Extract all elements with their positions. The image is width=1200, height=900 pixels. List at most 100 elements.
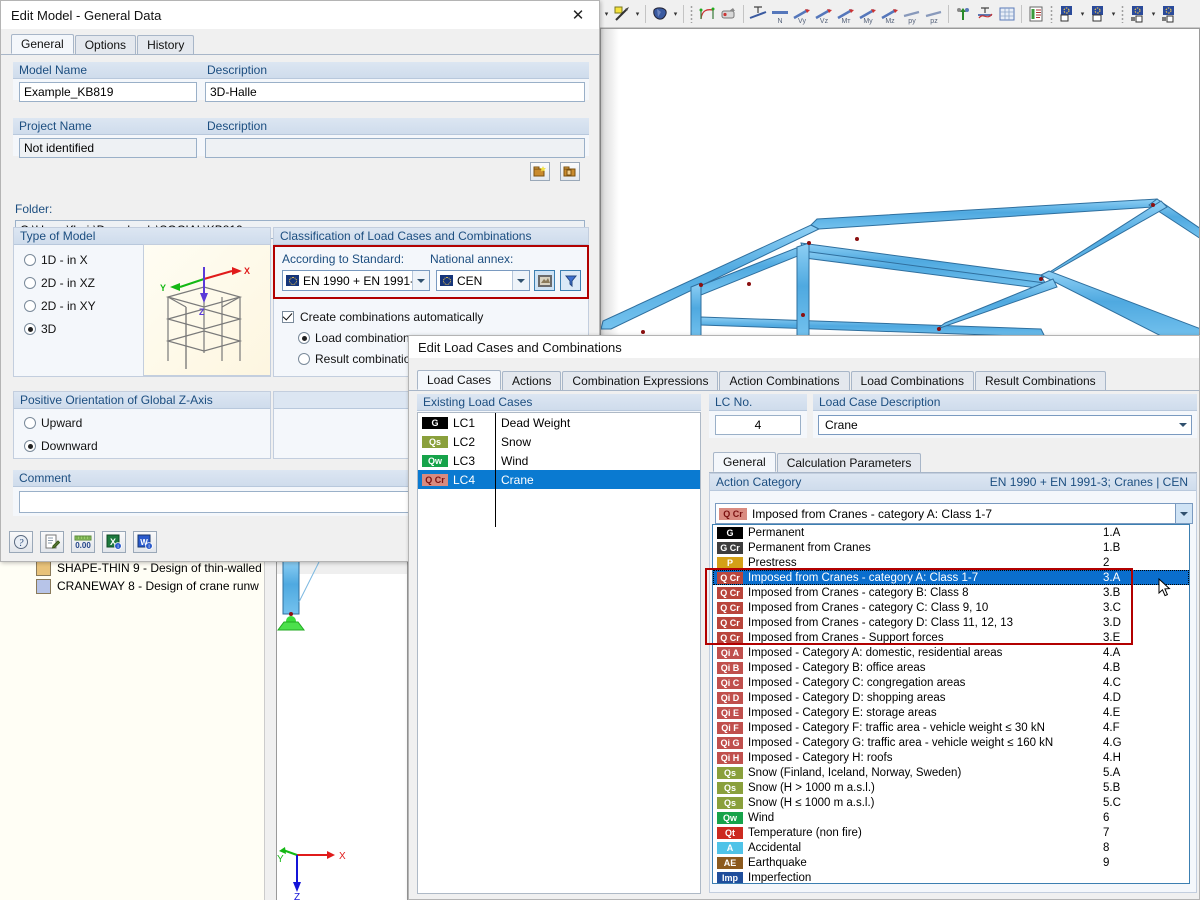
list-item[interactable]: A Accidental 8 xyxy=(713,840,1189,855)
open-project-folder-button[interactable] xyxy=(560,162,580,181)
solid-dropdown-arrow[interactable]: ▾ xyxy=(671,2,680,26)
chevron-down-icon[interactable] xyxy=(1175,504,1192,523)
tab-actions[interactable]: Actions xyxy=(502,371,562,390)
render-dropdown-arrow[interactable]: ▾ xyxy=(633,2,642,26)
action-category-dropdown-list[interactable]: G Permanent 1.A G Cr Permanent from Cranes 1… xyxy=(712,524,1190,884)
list-item[interactable]: Qi B Imposed - Category B: office areas 4.… xyxy=(713,660,1189,675)
printout-report-icon[interactable] xyxy=(1025,2,1047,26)
tab-options[interactable]: Options xyxy=(74,35,137,54)
lc-no-input[interactable]: 4 xyxy=(715,415,801,435)
list-item[interactable]: Qt Temperature (non fire) 7 xyxy=(713,825,1189,840)
view-front-icon[interactable] xyxy=(1056,2,1078,26)
project-name-input[interactable]: Not identified xyxy=(19,138,197,158)
project-tree[interactable]: SHAPE-THIN 9 - Design of thin-walled CRA… xyxy=(0,555,276,900)
model-name-input[interactable]: Example_KB819 xyxy=(19,82,197,102)
tab-result-combinations[interactable]: Result Combinations xyxy=(974,371,1106,390)
project-description-input[interactable] xyxy=(205,138,585,158)
solid-icon[interactable] xyxy=(649,2,671,26)
word-export-button[interactable]: Wi xyxy=(133,531,157,553)
radio-load-combinations[interactable]: Load combinations xyxy=(298,331,416,345)
list-item[interactable]: Qs Snow (Finland, Iceland, Norway, Sweden… xyxy=(713,765,1189,780)
list-item[interactable]: Q Cr Imposed from Cranes - category B: Cl… xyxy=(713,585,1189,600)
list-item[interactable]: Q Cr Imposed from Cranes - category A: Cl… xyxy=(713,570,1189,585)
tab-action-combinations[interactable]: Action Combinations xyxy=(719,371,850,390)
result-table-icon[interactable] xyxy=(996,2,1018,26)
chevron-down-icon[interactable] xyxy=(1174,416,1191,434)
lc-description-combo[interactable]: Crane xyxy=(818,415,1192,435)
table-row[interactable]: Q Cr LC4 Crane xyxy=(418,470,700,489)
deformation-icon[interactable] xyxy=(696,2,718,26)
tab-combination-expressions[interactable]: Combination Expressions xyxy=(562,371,719,390)
list-item[interactable]: CRANEWAY 8 - Design of crane runw xyxy=(0,577,275,595)
table-row[interactable] xyxy=(418,508,700,527)
view-back-dropdown-arrow[interactable]: ▾ xyxy=(1109,2,1118,26)
model-description-input[interactable]: 3D-Halle xyxy=(205,82,585,102)
animation-icon[interactable] xyxy=(718,2,740,26)
list-item[interactable]: Qi G Imposed - Category G: traffic area -… xyxy=(713,735,1189,750)
tab-load-cases[interactable]: Load Cases xyxy=(417,370,502,390)
model-viewport-lower[interactable]: X Y Z xyxy=(276,560,408,900)
list-item[interactable]: Qs Snow (H ≤ 1000 m a.s.l.) 5.C xyxy=(713,795,1189,810)
stress-icon[interactable] xyxy=(974,2,996,26)
table-row[interactable] xyxy=(418,489,700,508)
support-reaction-icon[interactable] xyxy=(952,2,974,26)
standard-filter-button[interactable] xyxy=(560,270,581,291)
list-item[interactable]: G Permanent 1.A xyxy=(713,525,1189,540)
national-annex-combo[interactable]: CEN xyxy=(436,270,530,291)
list-item[interactable]: Qi A Imposed - Category A: domestic, resi… xyxy=(713,645,1189,660)
excel-export-button[interactable]: Xi xyxy=(102,531,126,553)
list-item[interactable]: Q Cr Imposed from Cranes - category D: Cl… xyxy=(713,615,1189,630)
n-icon[interactable]: N xyxy=(769,2,791,26)
load-case-subtabstrip[interactable]: General Calculation Parameters xyxy=(709,452,1197,473)
list-item[interactable]: Qs Snow (H > 1000 m a.s.l.) 5.B xyxy=(713,780,1189,795)
tab-general[interactable]: General xyxy=(11,34,74,54)
list-item[interactable]: Qi C Imposed - Category C: congregation a… xyxy=(713,675,1189,690)
render-icon[interactable] xyxy=(611,2,633,26)
list-item[interactable]: P Prestress 2 xyxy=(713,555,1189,570)
view-section-dropdown-arrow[interactable]: ▾ xyxy=(1149,2,1158,26)
standard-settings-button[interactable] xyxy=(534,270,555,291)
help-button[interactable]: ? xyxy=(9,531,33,553)
standard-combo[interactable]: EN 1990 + EN 1991-3; xyxy=(282,270,430,291)
edit-button[interactable] xyxy=(40,531,64,553)
pz-icon[interactable]: pz xyxy=(923,2,945,26)
tree-vertical-scrollbar[interactable] xyxy=(264,555,276,900)
model-viewport[interactable] xyxy=(600,28,1200,338)
view-section-icon[interactable] xyxy=(1127,2,1149,26)
list-item[interactable]: Qi H Imposed - Category H: roofs 4.H xyxy=(713,750,1189,765)
table-row[interactable]: Qw LC3 Wind xyxy=(418,451,700,470)
new-project-folder-button[interactable] xyxy=(530,162,550,181)
mt-icon[interactable]: Mᴛ xyxy=(835,2,857,26)
dialog-tabstrip[interactable]: General Options History xyxy=(1,34,599,55)
list-item[interactable]: Qi D Imposed - Category D: shopping areas… xyxy=(713,690,1189,705)
create-combinations-automatically-checkbox[interactable]: Create combinations automatically xyxy=(282,310,483,324)
mz-icon[interactable]: Mz xyxy=(879,2,901,26)
my-icon[interactable]: My xyxy=(857,2,879,26)
vz-icon[interactable]: Vz xyxy=(813,2,835,26)
table-row[interactable]: Qs LC2 Snow xyxy=(418,432,700,451)
list-item[interactable]: Qw Wind 6 xyxy=(713,810,1189,825)
units-button[interactable]: 0.00 xyxy=(71,531,95,553)
close-icon[interactable]: ✕ xyxy=(557,1,599,29)
load-cases-tabstrip[interactable]: Load Cases Actions Combination Expressio… xyxy=(409,370,1199,391)
results-toolbar[interactable]: ▾ ▾ ▾ N Vy Vz Mᴛ My Mz py pz ▾ ▾ ▾ xyxy=(600,0,1200,28)
subtab-general[interactable]: General xyxy=(713,452,776,472)
list-item[interactable]: Qi F Imposed - Category F: traffic area -… xyxy=(713,720,1189,735)
chevron-down-icon[interactable] xyxy=(412,271,429,290)
view-back-icon[interactable] xyxy=(1087,2,1109,26)
subtab-calculation-parameters[interactable]: Calculation Parameters xyxy=(776,453,922,472)
list-item[interactable]: Imp Imperfection xyxy=(713,870,1189,883)
toolbar-overflow-arrow-left[interactable]: ▾ xyxy=(602,2,611,26)
table-row[interactable]: G LC1 Dead Weight xyxy=(418,413,700,432)
axial-icon[interactable] xyxy=(747,2,769,26)
list-item[interactable]: G Cr Permanent from Cranes 1.B xyxy=(713,540,1189,555)
list-item[interactable]: Qi E Imposed - Category E: storage areas 4… xyxy=(713,705,1189,720)
tab-load-combinations[interactable]: Load Combinations xyxy=(850,371,974,390)
list-item[interactable]: AE Earthquake 9 xyxy=(713,855,1189,870)
action-category-combo[interactable]: Q Cr Imposed from Cranes - category A: C… xyxy=(715,503,1193,524)
tab-history[interactable]: History xyxy=(137,35,195,54)
vy-icon[interactable]: Vy xyxy=(791,2,813,26)
list-item[interactable]: Q Cr Imposed from Cranes - category C: Cl… xyxy=(713,600,1189,615)
radio-z-upward[interactable]: Upward xyxy=(24,416,270,430)
radio-z-downward[interactable]: Downward xyxy=(24,439,270,453)
